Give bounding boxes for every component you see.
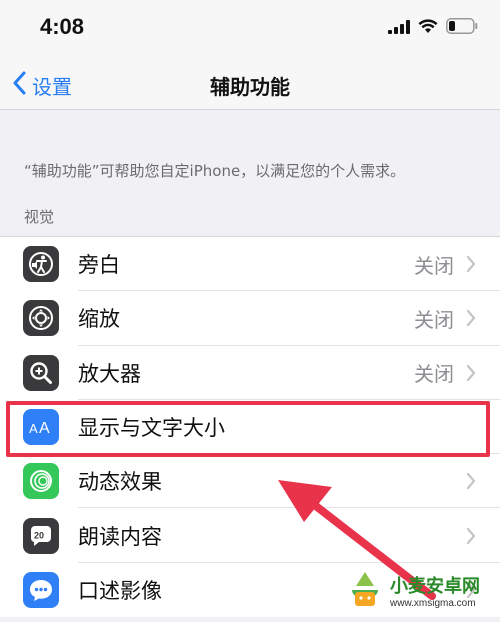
row-spoken-content[interactable]: 20 朗读内容 xyxy=(0,508,500,563)
text-size-icon: A A xyxy=(23,409,59,446)
section-header-vision: 视觉 xyxy=(24,208,55,226)
row-value: 关闭 xyxy=(414,253,454,278)
row-voiceover[interactable]: 旁白 关闭 xyxy=(0,237,500,292)
row-label: 缩放 xyxy=(78,307,120,332)
android-logo-icon xyxy=(352,572,378,606)
row-motion[interactable]: 动态效果 xyxy=(0,454,500,509)
svg-text:A: A xyxy=(29,421,38,436)
row-display-text-size[interactable]: A A 显示与文字大小 xyxy=(0,400,500,455)
spoken-content-icon: 20 xyxy=(23,517,59,554)
zoom-icon xyxy=(23,300,59,337)
magnifier-icon xyxy=(23,354,59,391)
navigation-bar: 设置 辅助功能 xyxy=(0,60,500,110)
row-label: 动态效果 xyxy=(78,470,162,495)
chevron-right-icon xyxy=(464,526,478,546)
chevron-right-icon xyxy=(464,254,478,274)
chevron-right-icon xyxy=(464,471,478,491)
settings-list: 旁白 关闭 缩放 关闭 放大器 关闭 A A 显示与文字大小 动态效果 20 朗… xyxy=(0,236,500,618)
cellular-signal-icon xyxy=(388,19,410,38)
audio-descriptions-icon xyxy=(23,571,59,608)
chevron-right-icon xyxy=(464,308,478,328)
status-time: 4:08 xyxy=(40,14,85,39)
row-label: 旁白 xyxy=(78,253,120,278)
svg-text:A: A xyxy=(39,420,50,437)
watermark: 小麦安卓网 www.xmsigma.com xyxy=(344,564,494,616)
row-magnifier[interactable]: 放大器 关闭 xyxy=(0,346,500,400)
row-label: 放大器 xyxy=(78,361,141,386)
status-icons xyxy=(388,17,478,39)
row-label: 口述影像 xyxy=(78,578,162,603)
description-text: “辅助功能”可帮助您自定iPhone，以满足您的个人需求。 xyxy=(24,162,406,180)
row-zoom[interactable]: 缩放 关闭 xyxy=(0,291,500,346)
status-bar: 4:08 xyxy=(0,0,500,60)
watermark-title: 小麦安卓网 xyxy=(390,575,480,596)
row-label: 朗读内容 xyxy=(78,524,162,549)
motion-icon xyxy=(23,463,59,500)
row-value: 关闭 xyxy=(414,307,454,332)
row-value: 关闭 xyxy=(414,362,454,387)
page-title: 辅助功能 xyxy=(210,75,290,99)
svg-text:20: 20 xyxy=(34,530,44,540)
battery-icon xyxy=(446,18,478,38)
chevron-right-icon xyxy=(464,363,478,383)
watermark-url: www.xmsigma.com xyxy=(390,597,476,609)
wifi-icon xyxy=(418,18,438,38)
voiceover-icon xyxy=(23,246,59,283)
row-label: 显示与文字大小 xyxy=(78,416,225,441)
